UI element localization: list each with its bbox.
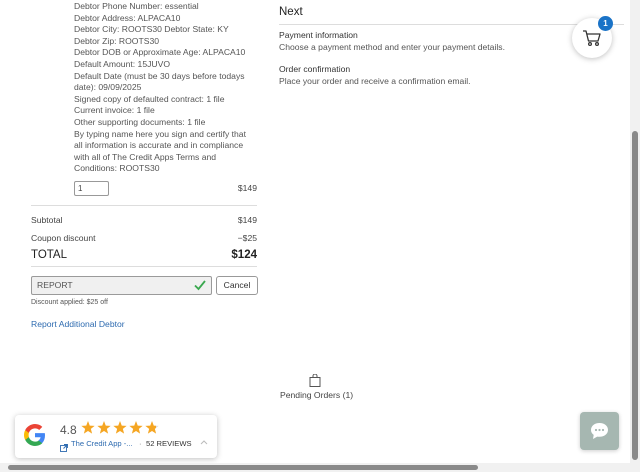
divider <box>31 205 257 206</box>
external-link-icon <box>60 439 68 457</box>
star-icon <box>97 421 111 434</box>
chevron-up-icon[interactable] <box>200 432 208 450</box>
detail-line: Default Date (must be 30 days before tod… <box>74 70 245 81</box>
chat-button[interactable] <box>580 412 619 450</box>
detail-line: with all of The Credit Apps Terms and <box>74 151 217 162</box>
google-reviews-widget[interactable]: 4.8 The Credit App -... · 52 REVIEWS <box>15 415 217 458</box>
cancel-coupon-button[interactable]: Cancel <box>216 276 258 295</box>
detail-line: Debtor Address: ALPACA10 <box>74 12 181 23</box>
detail-line: Debtor Zip: ROOTS30 <box>74 35 160 46</box>
discount-applied-text: Discount applied: $25 off <box>31 299 108 306</box>
next-heading: Next <box>279 6 303 18</box>
step-title-payment: Payment information <box>279 30 358 40</box>
coupon-discount-value: −$25 <box>237 233 257 243</box>
detail-line: Signed copy of defaulted contract: 1 fil… <box>74 93 225 104</box>
star-icon <box>145 421 159 434</box>
cart-count-badge: 1 <box>598 16 613 31</box>
subtotal-label: Subtotal <box>31 215 63 225</box>
item-price: $149 <box>237 183 257 193</box>
star-icon <box>81 421 95 434</box>
divider <box>31 266 257 267</box>
quantity-input[interactable]: 1 <box>74 181 109 196</box>
report-additional-debtor-link[interactable]: Report Additional Debtor <box>31 319 125 329</box>
total-value: $124 <box>231 249 257 261</box>
step-desc-payment: Choose a payment method and enter your p… <box>279 42 505 52</box>
step-desc-confirmation: Place your order and receive a confirmat… <box>279 76 471 86</box>
detail-line: Conditions: ROOTS30 <box>74 163 160 174</box>
cart-icon <box>582 29 602 52</box>
review-source-link[interactable]: The Credit App -... <box>71 439 133 448</box>
step-title-confirmation: Order confirmation <box>279 64 351 74</box>
separator-dot: · <box>139 439 142 448</box>
detail-line: date): 09/09/2025 <box>74 82 142 93</box>
subtotal-value: $149 <box>237 215 257 225</box>
detail-line: all information is accurate and in compl… <box>74 140 244 151</box>
pending-orders-link[interactable]: Pending Orders (1) <box>280 390 353 400</box>
google-logo-icon <box>22 422 48 453</box>
detail-line: Debtor Phone Number: essential <box>74 1 199 11</box>
detail-line: Default Amount: 15JUVO <box>74 59 171 69</box>
coupon-code-value: REPORT <box>37 280 73 290</box>
coupon-discount-label: Coupon discount <box>31 233 96 243</box>
rating-stars <box>81 421 177 440</box>
detail-line: Debtor City: ROOTS30 Debtor State: KY <box>74 24 229 35</box>
detail-line: Current invoice: 1 file <box>74 105 155 116</box>
vertical-scroll-thumb[interactable] <box>632 131 638 460</box>
horizontal-scroll-thumb[interactable] <box>8 465 478 470</box>
check-icon <box>193 278 207 297</box>
coupon-code-field[interactable]: REPORT <box>31 276 212 295</box>
review-count: 52 REVIEWS <box>146 439 192 448</box>
detail-line: By typing name here you sign and certify… <box>74 128 246 139</box>
divider <box>279 24 624 25</box>
rating-value: 4.8 <box>60 423 77 437</box>
star-icon <box>129 421 143 434</box>
detail-line: Debtor DOB or Approximate Age: ALPACA10 <box>74 47 246 58</box>
chat-icon <box>589 421 610 446</box>
total-label: TOTAL <box>31 249 67 261</box>
detail-line: Other supporting documents: 1 file <box>74 117 206 127</box>
star-icon <box>113 421 127 434</box>
